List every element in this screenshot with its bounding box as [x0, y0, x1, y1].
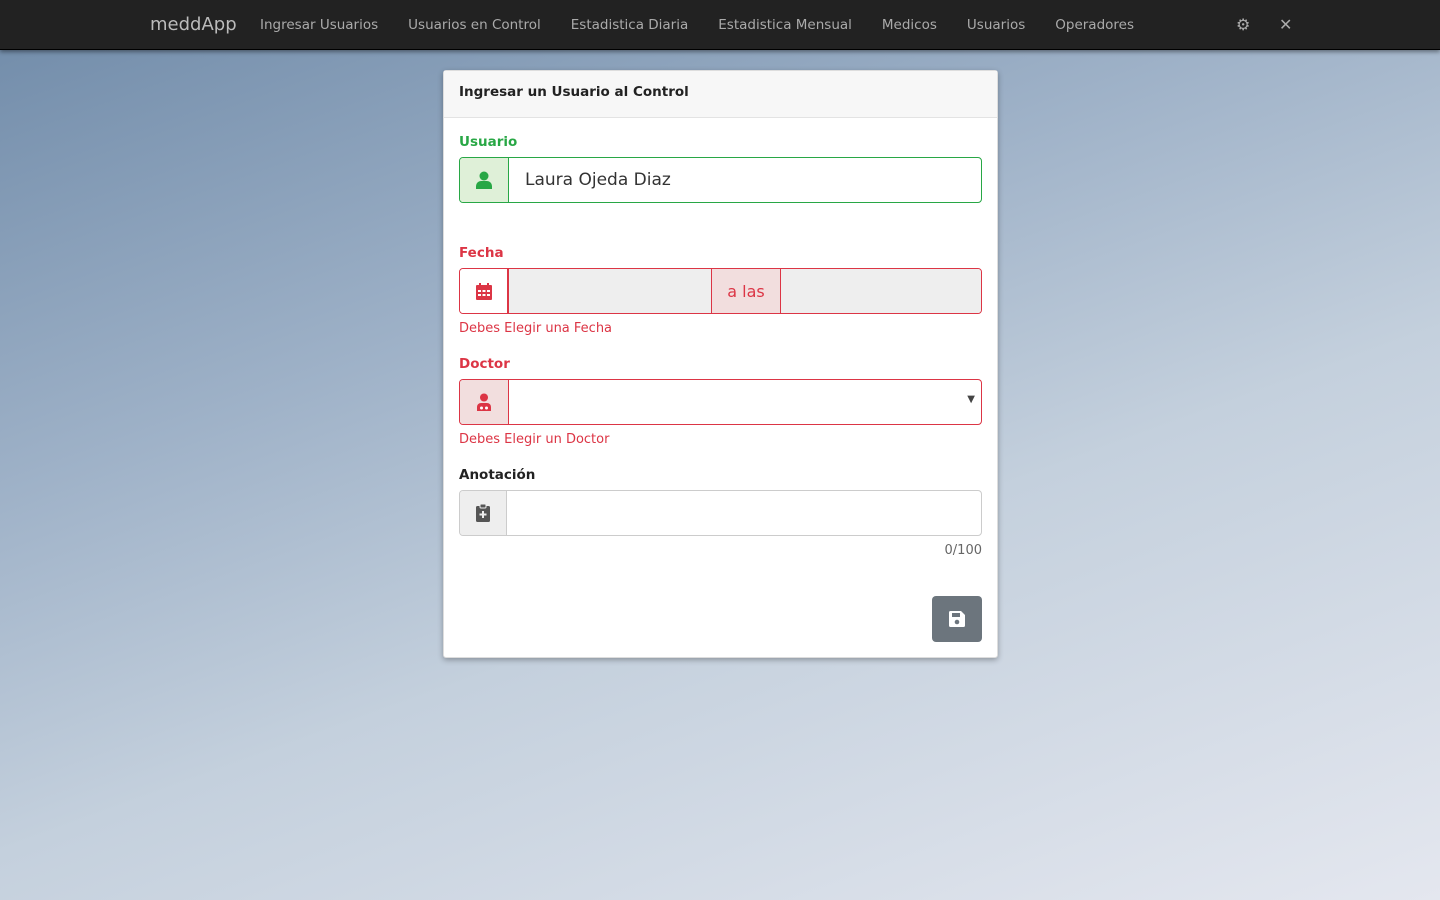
close-icon[interactable]: ✕	[1279, 15, 1292, 34]
floppy-disk-icon	[949, 611, 965, 627]
nav-ingresar-usuarios[interactable]: Ingresar Usuarios	[260, 17, 378, 33]
nav-links: Ingresar Usuarios Usuarios en Control Es…	[260, 17, 1134, 33]
doctor-icon	[460, 380, 509, 424]
doctor-label: Doctor	[459, 356, 510, 372]
usuario-group: Laura Ojeda Diaz	[459, 157, 982, 203]
top-navbar: meddApp Ingresar Usuarios Usuarios en Co…	[0, 0, 1440, 50]
usuario-input[interactable]: Laura Ojeda Diaz	[509, 158, 981, 202]
fecha-error: Debes Elegir una Fecha	[459, 321, 613, 336]
fecha-label: Fecha	[459, 245, 504, 261]
save-button[interactable]	[932, 596, 982, 642]
gear-icon[interactable]: ⚙	[1236, 15, 1250, 34]
doctor-group: ▼	[459, 379, 982, 425]
nav-estadistica-diaria[interactable]: Estadistica Diaria	[571, 17, 689, 33]
fecha-separator: a las	[711, 269, 781, 313]
fecha-date-input[interactable]	[509, 269, 711, 313]
doctor-select[interactable]: ▼	[509, 380, 981, 424]
fecha-time-input[interactable]	[781, 269, 981, 313]
user-icon	[460, 158, 509, 202]
nav-operadores[interactable]: Operadores	[1055, 17, 1134, 33]
card-title: Ingresar un Usuario al Control	[444, 71, 997, 118]
nav-estadistica-mensual[interactable]: Estadistica Mensual	[718, 17, 852, 33]
anotacion-label: Anotación	[459, 467, 536, 483]
nav-usuarios-en-control[interactable]: Usuarios en Control	[408, 17, 541, 33]
chevron-down-icon: ▼	[967, 394, 975, 405]
anotacion-input[interactable]	[507, 491, 981, 535]
brand-logo[interactable]: meddApp	[150, 14, 237, 35]
doctor-error: Debes Elegir un Doctor	[459, 432, 610, 447]
char-counter: 0/100	[944, 543, 982, 558]
nav-medicos[interactable]: Medicos	[882, 17, 937, 33]
fecha-group: a las	[459, 268, 982, 314]
clipboard-medical-icon	[460, 491, 507, 535]
anotacion-group	[459, 490, 982, 536]
usuario-label: Usuario	[459, 134, 518, 150]
nav-usuarios[interactable]: Usuarios	[967, 17, 1025, 33]
control-form-card: Ingresar un Usuario al Control Usuario L…	[443, 70, 998, 658]
calendar-icon	[460, 269, 509, 313]
